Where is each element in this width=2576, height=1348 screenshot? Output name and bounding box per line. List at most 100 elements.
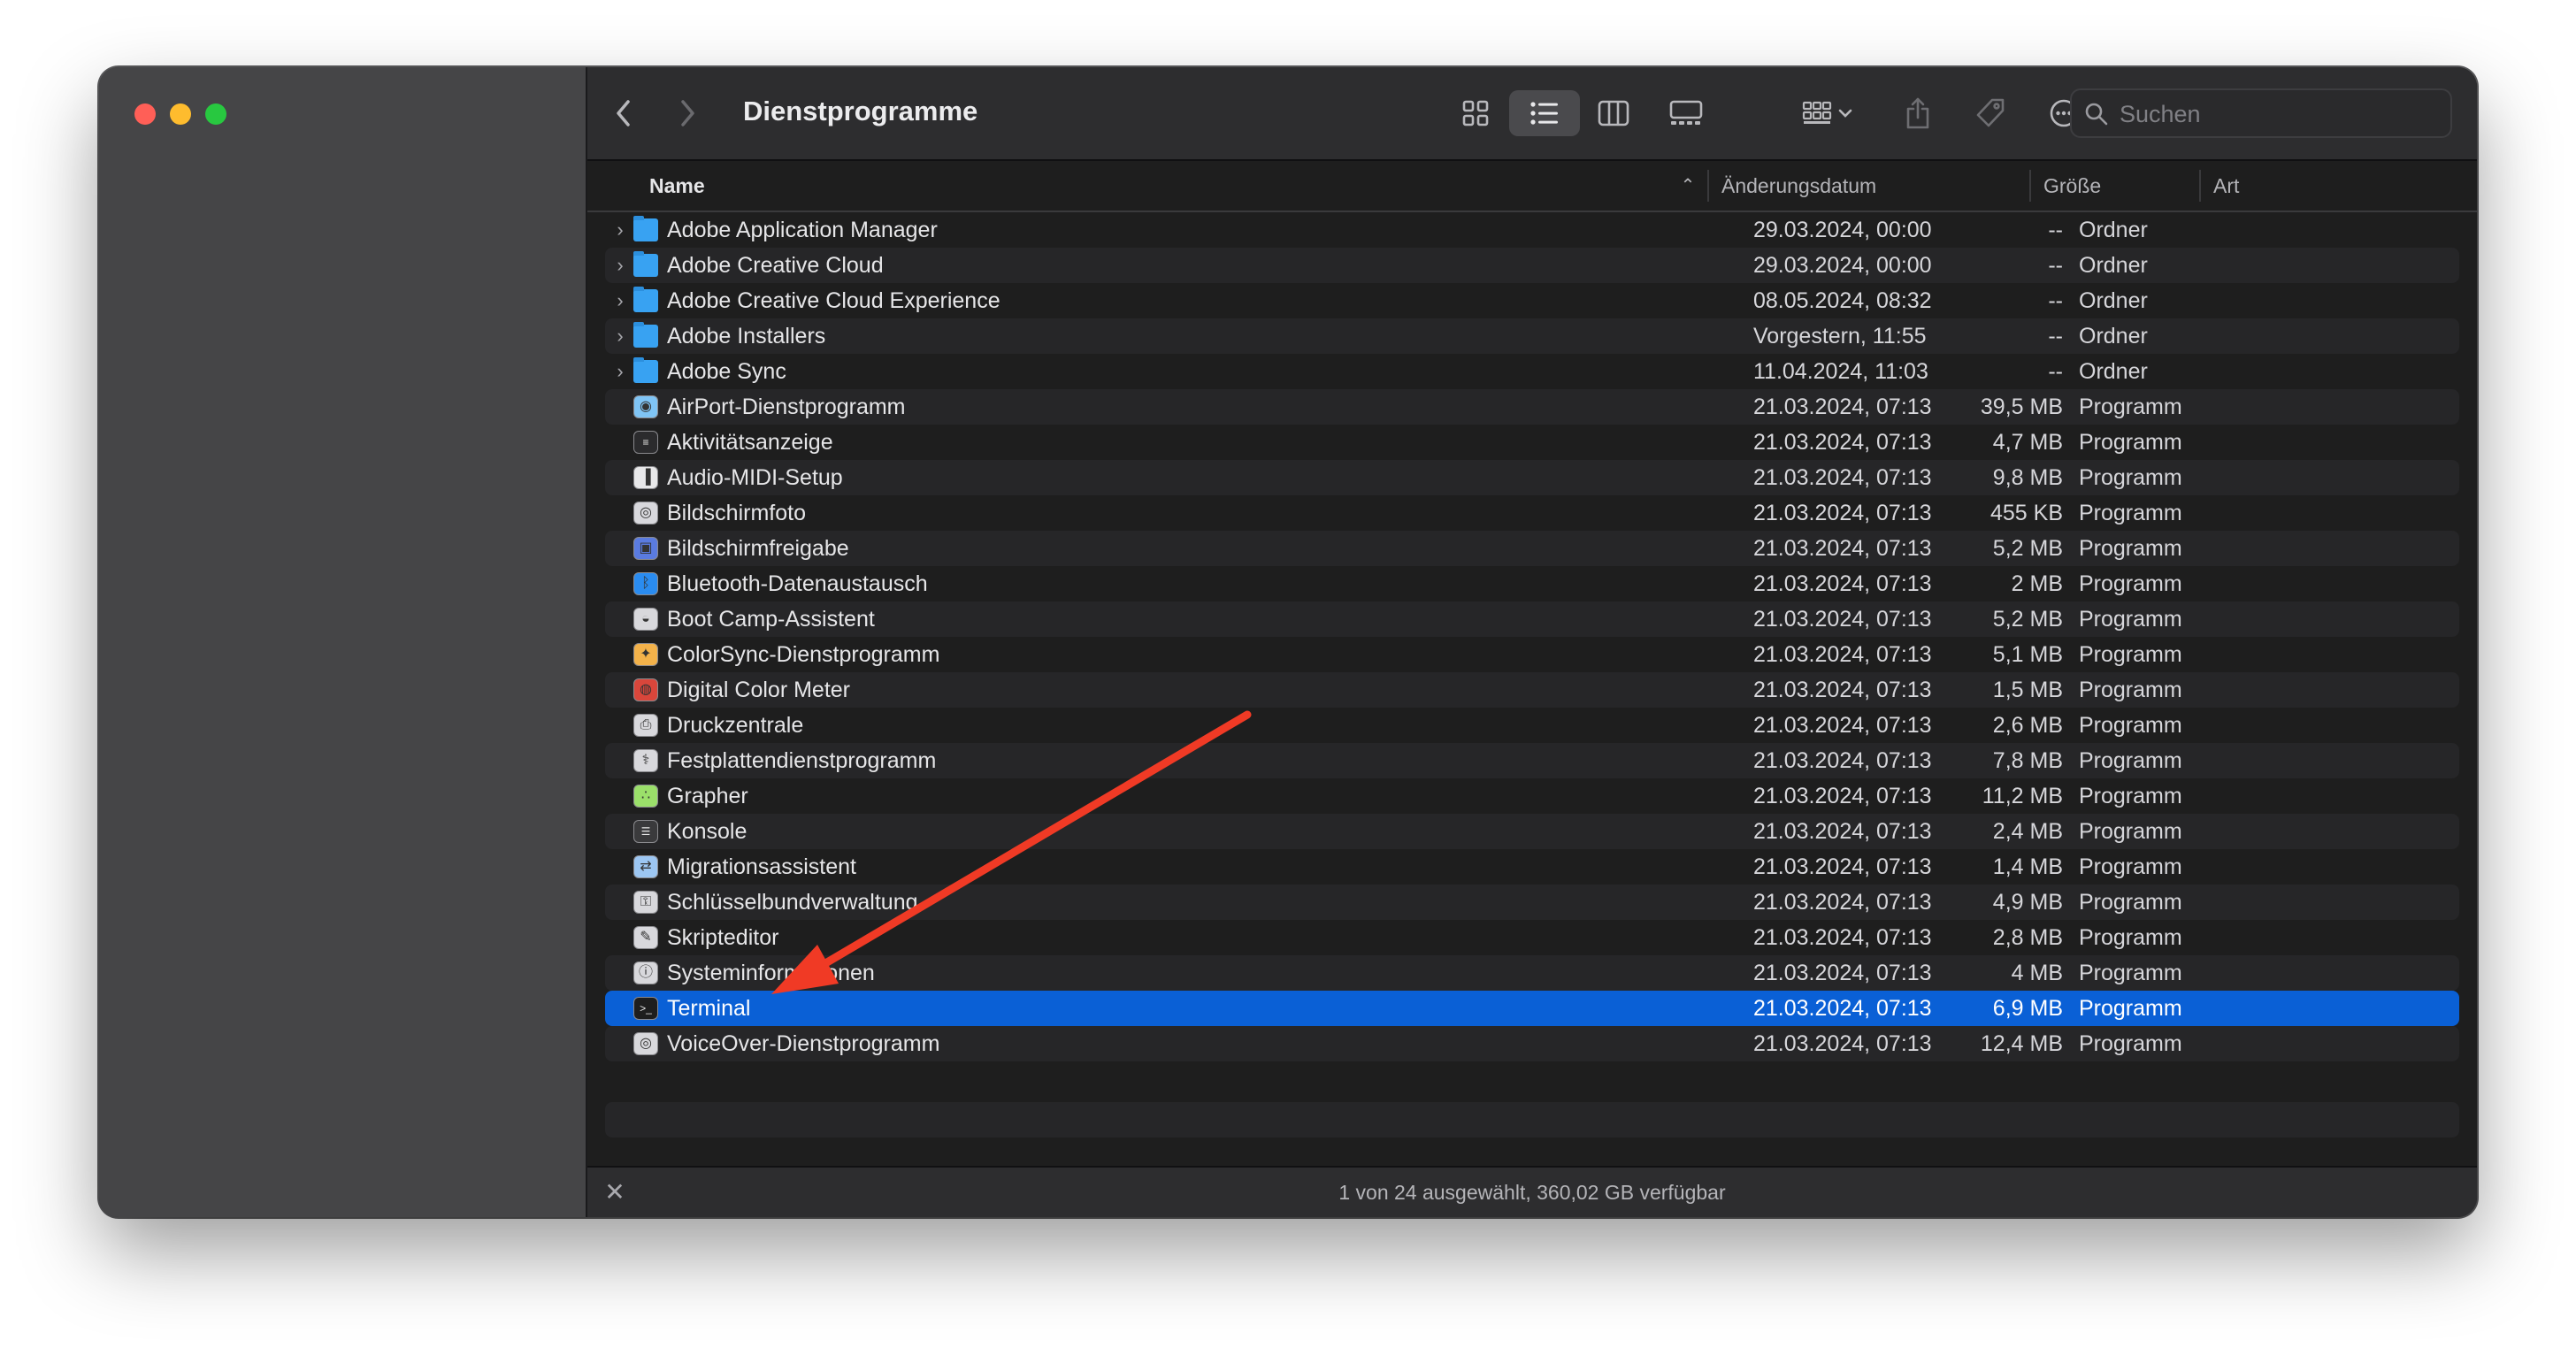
file-size: -- [2048, 218, 2063, 242]
search-input[interactable] [2118, 97, 2440, 131]
file-row[interactable]: ∴ Grapher 21.03.2024, 07:13 11,2 MB Programm [605, 778, 2459, 814]
file-row[interactable]: › Adobe Creative Cloud 29.03.2024, 00:00 --… [605, 248, 2459, 283]
list-view-button[interactable] [1509, 90, 1580, 136]
file-row[interactable]: ◎ VoiceOver-Dienstprogramm 21.03.2024, 07:… [605, 1026, 2459, 1061]
file-row[interactable]: ▐ Audio-MIDI-Setup 21.03.2024, 07:13 9,8 MB… [605, 460, 2459, 495]
file-kind: Programm [2079, 890, 2182, 915]
file-row[interactable]: ☰ Konsole 21.03.2024, 07:13 2,4 MB Programm [605, 814, 2459, 849]
back-button[interactable] [603, 90, 644, 136]
file-name: Druckzentrale [667, 713, 804, 738]
share-button[interactable] [1897, 90, 1939, 136]
file-row[interactable]: › Adobe Installers Vorgestern, 11:55 -- Ordn… [605, 318, 2459, 354]
fullscreen-window-button[interactable] [205, 103, 226, 125]
file-kind: Programm [2079, 748, 2182, 773]
group-grid-icon [1802, 101, 1832, 124]
columns-icon [1598, 100, 1629, 126]
script-editor-icon: ✎ [633, 926, 658, 949]
file-row[interactable]: ◉ AirPort-Dienstprogramm 21.03.2024, 07:13… [605, 389, 2459, 425]
folder-icon [633, 216, 658, 241]
disclosure-chevron-icon[interactable]: › [610, 283, 630, 318]
file-size: 455 KB [1990, 501, 2063, 525]
file-kind: Programm [2079, 430, 2182, 455]
file-kind: Programm [2079, 465, 2182, 490]
file-row[interactable]: ◍ Digital Color Meter 21.03.2024, 07:13 1,5… [605, 672, 2459, 708]
file-size: 11,2 MB [1982, 784, 2063, 808]
file-name: Migrationsassistent [667, 854, 856, 879]
console-icon: ☰ [633, 820, 658, 843]
file-row[interactable]: ⓘ Systeminformationen 21.03.2024, 07:13 4 M… [605, 955, 2459, 991]
file-size: 9,8 MB [1992, 465, 2063, 490]
close-icon[interactable]: ✕ [600, 1168, 630, 1217]
main-pane: Dienstprogramme Suchen Name ⌃ Änderungsd… [587, 67, 2477, 1217]
midi-keyboard-icon: ▐ [633, 466, 658, 489]
file-row[interactable]: ⇄ Migrationsassistent 21.03.2024, 07:13 1,4… [605, 849, 2459, 885]
file-kind: Programm [2079, 678, 2182, 702]
close-window-button[interactable] [134, 103, 156, 125]
file-row[interactable]: >_ Terminal 21.03.2024, 07:13 6,9 MB Program… [605, 991, 2459, 1026]
forward-button[interactable] [667, 90, 708, 136]
file-name: Bildschirmfoto [667, 501, 806, 525]
minimize-window-button[interactable] [170, 103, 191, 125]
icon-view-button[interactable] [1451, 90, 1500, 136]
file-name: Grapher [667, 784, 748, 808]
grapher-icon: ∴ [633, 785, 658, 808]
disclosure-chevron-icon[interactable]: › [610, 318, 630, 354]
file-row[interactable]: › Adobe Creative Cloud Experience 08.05.20… [605, 283, 2459, 318]
file-kind: Programm [2079, 961, 2182, 985]
file-row[interactable]: › Adobe Sync 11.04.2024, 11:03 -- Ordner [605, 354, 2459, 389]
sort-ascending-icon: ⌃ [1680, 176, 1696, 195]
file-name: Skripteditor [667, 925, 779, 950]
kind-column-header[interactable]: Art [2213, 161, 2239, 211]
screen-sharing-icon: ▣ [633, 537, 658, 560]
file-size: 39,5 MB [1980, 394, 2063, 419]
tag-button[interactable] [1967, 90, 2013, 136]
file-name: VoiceOver-Dienstprogramm [667, 1031, 940, 1056]
file-kind: Ordner [2079, 288, 2148, 313]
column-divider [2199, 170, 2201, 202]
disclosure-chevron-icon[interactable]: › [610, 248, 630, 283]
disclosure-chevron-icon[interactable]: › [610, 212, 630, 248]
file-row[interactable]: ◒ Boot Camp-Assistent 21.03.2024, 07:13 5,2… [605, 601, 2459, 637]
column-view-button[interactable] [1589, 90, 1638, 136]
gallery-view-button[interactable] [1660, 90, 1713, 136]
file-kind: Programm [2079, 571, 2182, 596]
date-column-header[interactable]: Änderungsdatum [1721, 161, 1876, 211]
file-row[interactable]: ⎙ Druckzentrale 21.03.2024, 07:13 2,6 MB Pro… [605, 708, 2459, 743]
search-field[interactable] [2070, 88, 2452, 138]
file-row[interactable]: ◎ Bildschirmfoto 21.03.2024, 07:13 455 KB Pr… [605, 495, 2459, 531]
file-size: 5,1 MB [1992, 642, 2063, 667]
file-row[interactable]: ⚿ Schlüsselbundverwaltung 21.03.2024, 07:1… [605, 885, 2459, 920]
file-row[interactable]: › Adobe Application Manager 29.03.2024, 00… [605, 212, 2459, 248]
file-name: Aktivitätsanzeige [667, 430, 833, 455]
file-name: Adobe Creative Cloud Experience [667, 288, 1000, 313]
file-kind: Programm [2079, 607, 2182, 632]
tag-icon [1976, 98, 2005, 127]
keychain-icon: ⚿ [633, 891, 658, 914]
file-size: 1,5 MB [1992, 678, 2063, 702]
file-row[interactable]: ≡ Aktivitätsanzeige 21.03.2024, 07:13 4,7 M… [605, 425, 2459, 460]
file-name: Audio-MIDI-Setup [667, 465, 843, 490]
file-kind: Programm [2079, 784, 2182, 808]
file-row[interactable]: ⚕ Festplattendienstprogramm 21.03.2024, 07… [605, 743, 2459, 778]
folder-icon [633, 322, 658, 348]
file-size: 4,7 MB [1992, 430, 2063, 455]
name-column-header[interactable]: Name [649, 161, 705, 211]
file-name: Festplattendienstprogramm [667, 748, 937, 773]
file-row[interactable]: ᛒ Bluetooth-Datenaustausch 21.03.2024, 07:… [605, 566, 2459, 601]
group-by-button[interactable] [1792, 90, 1863, 136]
disclosure-chevron-icon[interactable]: › [610, 354, 630, 389]
file-name: Bildschirmfreigabe [667, 536, 849, 561]
search-icon [2085, 103, 2108, 126]
file-row[interactable]: ✎ Skripteditor 21.03.2024, 07:13 2,8 MB Prog… [605, 920, 2459, 955]
file-list: › Adobe Application Manager 29.03.2024, 00… [605, 212, 2459, 1061]
file-row[interactable]: ▣ Bildschirmfreigabe 21.03.2024, 07:13 5,2 … [605, 531, 2459, 566]
system-info-icon: ⓘ [633, 961, 658, 984]
file-kind: Programm [2079, 536, 2182, 561]
sidebar [99, 67, 587, 1217]
file-row[interactable]: ✦ ColorSync-Dienstprogramm 21.03.2024, 07:… [605, 637, 2459, 672]
migration-icon: ⇄ [633, 855, 658, 878]
file-name: Adobe Application Manager [667, 218, 938, 242]
empty-row [605, 1102, 2459, 1137]
list-icon [1530, 102, 1558, 125]
size-column-header[interactable]: Größe [2043, 161, 2101, 211]
